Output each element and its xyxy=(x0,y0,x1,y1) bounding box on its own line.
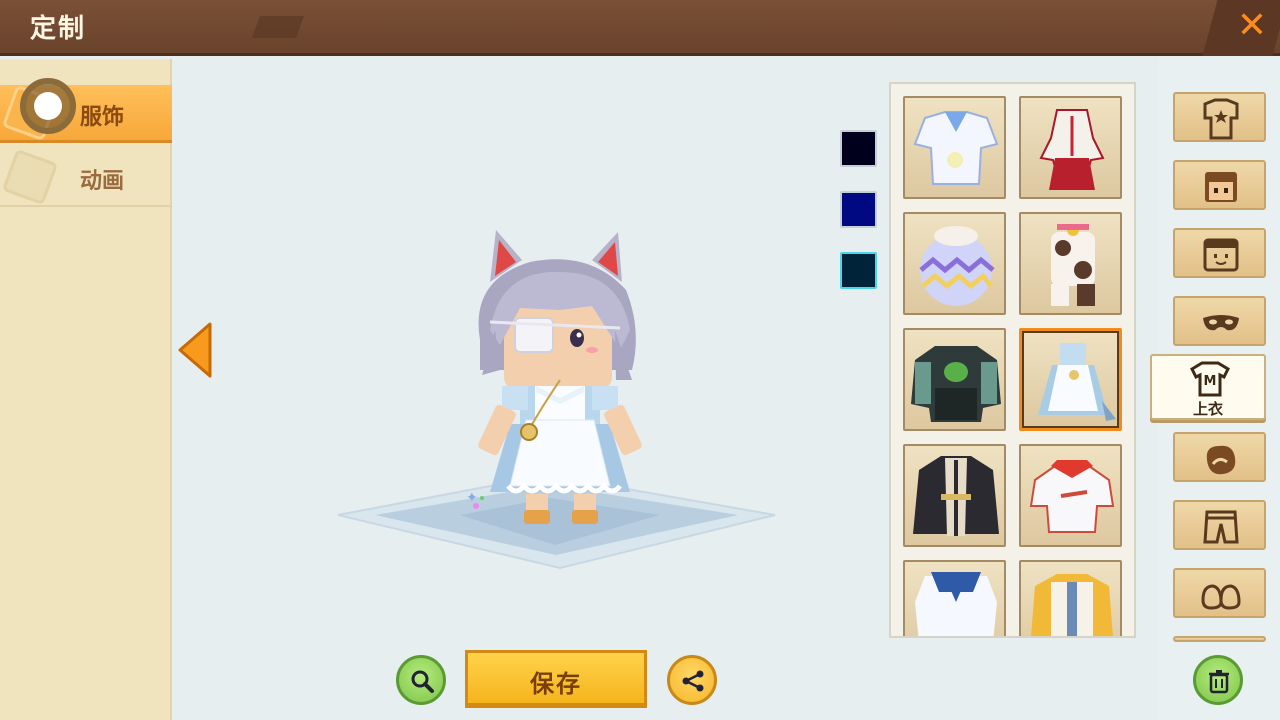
suit-icon xyxy=(1203,98,1239,140)
share-icon xyxy=(682,670,704,692)
tab-clothing-label: 服饰 xyxy=(80,105,125,130)
page-title: 定制 xyxy=(30,14,87,44)
svg-text:M: M xyxy=(1204,374,1217,389)
tab-animation-decoration xyxy=(1,148,59,206)
save-button-label: 保存 xyxy=(530,670,582,698)
tab-animation[interactable]: 动画 xyxy=(0,148,172,207)
color-swatch-dark-teal[interactable] xyxy=(840,252,877,289)
item-dark-robe[interactable] xyxy=(903,444,1006,547)
category-pants[interactable] xyxy=(1173,500,1266,550)
item-red-white-dress[interactable] xyxy=(1019,96,1122,199)
glove-icon xyxy=(1206,445,1236,475)
pants-icon xyxy=(1203,510,1239,544)
touch-cursor-indicator xyxy=(20,78,76,134)
category-head[interactable] xyxy=(1173,228,1266,278)
header-decoration xyxy=(251,16,305,38)
color-swatch-navy[interactable] xyxy=(840,191,877,228)
category-suit[interactable] xyxy=(1173,92,1266,142)
save-button[interactable]: 保存 xyxy=(465,650,647,708)
category-more[interactable] xyxy=(1173,636,1266,642)
face-icon xyxy=(1205,172,1237,202)
category-shoes[interactable] xyxy=(1173,568,1266,618)
rotate-left-arrow-icon[interactable] xyxy=(178,322,214,378)
delete-button[interactable] xyxy=(1193,655,1243,705)
item-sport-shirt[interactable] xyxy=(1019,444,1122,547)
tab-animation-label: 动画 xyxy=(80,169,125,194)
category-gloves[interactable] xyxy=(1173,432,1266,482)
item-yellow-jacket[interactable] xyxy=(1019,560,1122,636)
hat-face-icon xyxy=(1203,238,1239,272)
close-icon[interactable]: ✕ xyxy=(1234,8,1270,44)
share-button[interactable] xyxy=(667,655,717,705)
zoom-button[interactable] xyxy=(396,655,446,705)
shoes-icon xyxy=(1201,584,1241,610)
mask-icon xyxy=(1203,315,1239,331)
category-top[interactable]: M 上衣 xyxy=(1150,354,1266,420)
item-blue-maid-dress[interactable] xyxy=(1019,328,1122,431)
item-seaweed-jacket[interactable] xyxy=(903,328,1006,431)
item-sailor-shirt[interactable] xyxy=(903,96,1006,199)
top-bar: 定制 ✕ xyxy=(0,0,1280,56)
category-mask[interactable] xyxy=(1173,296,1266,346)
magnifier-icon xyxy=(411,670,434,693)
category-top-label: 上衣 xyxy=(1192,400,1223,418)
trash-icon xyxy=(1209,670,1229,694)
sidebar: 服饰 动画 xyxy=(0,59,172,720)
item-sailor-dress[interactable] xyxy=(903,560,1006,636)
item-easter-egg-outfit[interactable] xyxy=(903,212,1006,315)
category-face[interactable] xyxy=(1173,160,1266,210)
item-cow-costume[interactable] xyxy=(1019,212,1122,315)
item-grid[interactable] xyxy=(889,82,1136,638)
shirt-icon: M xyxy=(1190,361,1230,397)
character-preview[interactable]: ✦ xyxy=(330,210,790,590)
color-swatch-black[interactable] xyxy=(840,130,877,167)
